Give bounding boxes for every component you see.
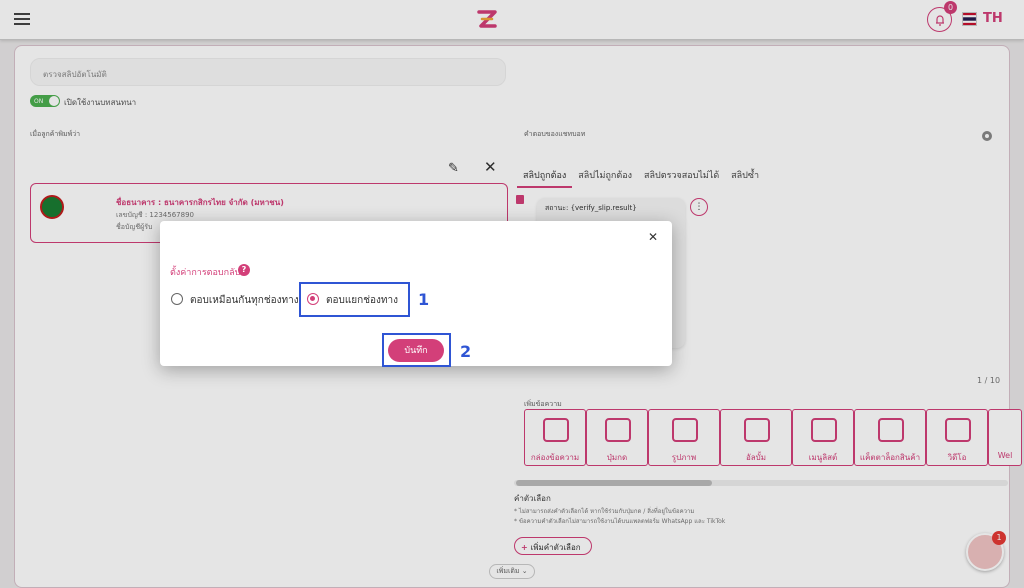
step-number-2: 2: [460, 342, 472, 361]
step-number-1: 1: [418, 290, 430, 309]
reply-settings-label: ตั้งค่าการตอบกลับ: [170, 268, 241, 278]
help-icon[interactable]: ?: [238, 264, 250, 276]
close-icon[interactable]: ✕: [648, 230, 658, 244]
highlight-box-step1: [299, 282, 410, 317]
radio-same-all-channels[interactable]: [171, 293, 183, 305]
option-same-label[interactable]: ตอบเหมือนกันทุกช่องทาง: [190, 293, 299, 308]
highlight-box-step2: [382, 333, 451, 367]
